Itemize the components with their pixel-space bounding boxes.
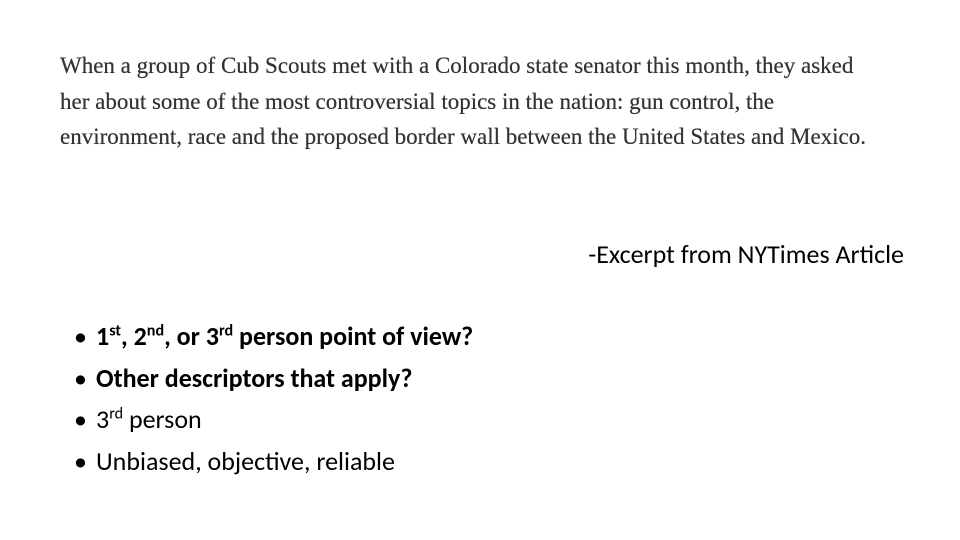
bullet-item: 1st, 2nd, or 3rd person point of view? <box>74 318 894 356</box>
bullet-text: Unbiased, objective, reliable <box>96 445 395 477</box>
bullet-text: Other descriptors that apply? <box>96 362 412 394</box>
bullet-item: Unbiased, objective, reliable <box>74 443 894 481</box>
bullet-item: Other descriptors that apply? <box>74 360 894 398</box>
bullet-text: 1st, 2nd, or 3rd person point of view? <box>96 320 473 352</box>
bullet-text: 3rd person <box>96 403 202 435</box>
excerpt-block: When a group of Cub Scouts met with a Co… <box>60 48 888 155</box>
slide: When a group of Cub Scouts met with a Co… <box>0 0 960 540</box>
bullet-item: 3rd person <box>74 401 894 439</box>
bullet-list: 1st, 2nd, or 3rd person point of view? O… <box>74 318 894 481</box>
excerpt-attribution: -Excerpt from NYTimes Article <box>588 238 904 270</box>
excerpt-text: When a group of Cub Scouts met with a Co… <box>60 48 888 155</box>
question-bullets: 1st, 2nd, or 3rd person point of view? O… <box>74 318 894 485</box>
